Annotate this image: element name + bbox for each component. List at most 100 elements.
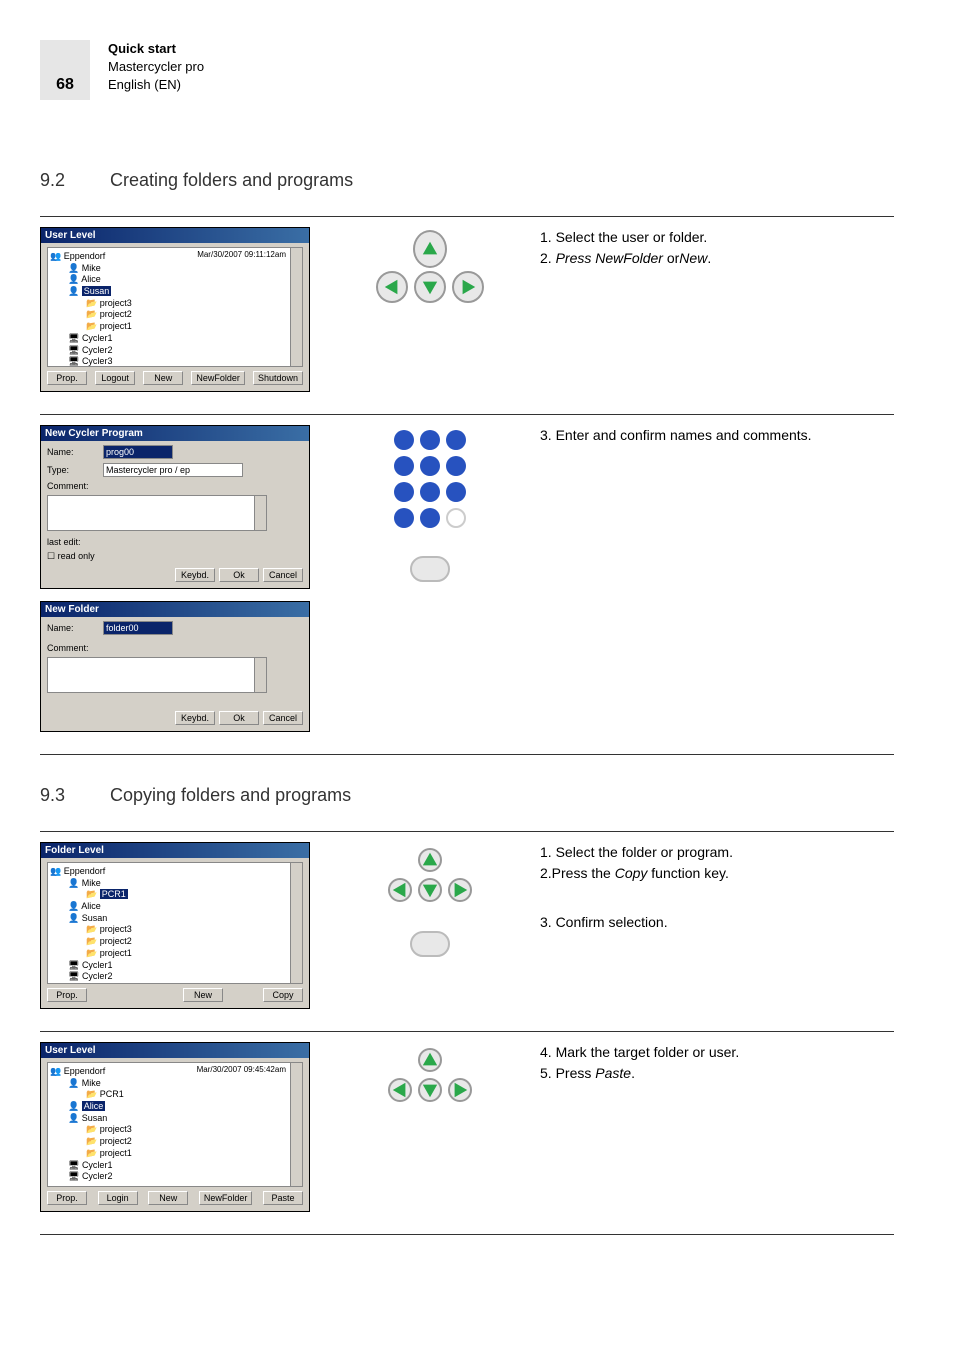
newfolder-button[interactable]: NewFolder bbox=[199, 1191, 253, 1205]
arrow-up-button[interactable] bbox=[413, 230, 447, 268]
cancel-button[interactable]: Cancel bbox=[263, 568, 303, 582]
dialog-title: User Level bbox=[41, 1043, 309, 1058]
name-input[interactable]: folder00 bbox=[103, 621, 173, 635]
new-folder-dialog: New Folder Name: folder00 Comment: Keybd.… bbox=[40, 601, 310, 732]
arrow-down-button[interactable] bbox=[414, 271, 446, 303]
ok-button[interactable]: Ok bbox=[219, 568, 259, 582]
tree-folder[interactable]: project2 bbox=[50, 936, 300, 948]
new-cycler-program-dialog: New Cycler Program Name:prog00 Type:Mast… bbox=[40, 425, 310, 589]
arrow-pad-small bbox=[387, 847, 473, 903]
tree-user[interactable]: Susan bbox=[50, 913, 300, 925]
name-label: Name: bbox=[47, 623, 97, 633]
tree-root[interactable]: Eppendorf bbox=[50, 866, 300, 878]
tree-folder[interactable]: project1 bbox=[50, 1148, 300, 1160]
type-input[interactable]: Mastercycler pro / ep bbox=[103, 463, 243, 477]
tree-folder[interactable]: project2 bbox=[50, 309, 300, 321]
copy-button[interactable]: Copy bbox=[263, 988, 303, 1002]
tree-cycler[interactable]: Cycler2 bbox=[50, 345, 300, 357]
prop-button[interactable]: Prop. bbox=[47, 371, 87, 385]
comment-textarea[interactable] bbox=[47, 495, 267, 531]
tree-user[interactable]: Alice bbox=[50, 1101, 300, 1113]
page-header: 68 Quick start Mastercycler pro English … bbox=[40, 40, 894, 100]
tree-view[interactable]: Mar/30/2007 09:11:12am Eppendorf Mike Al… bbox=[47, 247, 303, 367]
tree-folder[interactable]: project1 bbox=[50, 321, 300, 333]
comment-label: Comment: bbox=[47, 481, 97, 491]
name-input[interactable]: prog00 bbox=[103, 445, 173, 459]
shutdown-button[interactable]: Shutdown bbox=[253, 371, 303, 385]
tree-user[interactable]: Susan bbox=[50, 1113, 300, 1125]
prop-button[interactable]: Prop. bbox=[47, 988, 87, 1002]
dialog-title: New Folder bbox=[41, 602, 309, 617]
tree-user[interactable]: Mike bbox=[50, 1078, 300, 1090]
timestamp: Mar/30/2007 09:11:12am bbox=[197, 250, 286, 260]
tree-user[interactable]: Susan bbox=[50, 286, 300, 298]
tree-user[interactable]: Mike bbox=[50, 263, 300, 275]
section-9-3-heading: 9.3Copying folders and programs bbox=[40, 785, 894, 806]
tree-folder[interactable]: project3 bbox=[50, 298, 300, 310]
tree-cycler[interactable]: Cycler3 bbox=[50, 356, 300, 367]
logout-button[interactable]: Logout bbox=[95, 371, 135, 385]
tree-user[interactable]: Alice bbox=[50, 901, 300, 913]
new-button[interactable]: New bbox=[143, 371, 183, 385]
newfolder-button[interactable]: NewFolder bbox=[191, 371, 245, 385]
instruction-text: 4. Mark the target folder or user. 5. Pr… bbox=[540, 1042, 894, 1224]
login-button[interactable]: Login bbox=[98, 1191, 138, 1205]
scrollbar[interactable] bbox=[254, 496, 266, 530]
tree-cycler[interactable]: Cycler1 bbox=[50, 960, 300, 972]
dialog-title: New Cycler Program bbox=[41, 426, 309, 441]
prop-button[interactable]: Prop. bbox=[47, 1191, 87, 1205]
arrow-pad-small bbox=[387, 1047, 473, 1103]
name-label: Name: bbox=[47, 447, 97, 457]
section-9-2-heading: 9.2Creating folders and programs bbox=[40, 170, 894, 191]
tree-user[interactable]: Mike bbox=[50, 878, 300, 890]
keypad-icon bbox=[394, 430, 466, 528]
scrollbar[interactable] bbox=[290, 1063, 302, 1186]
readonly-checkbox[interactable]: read only bbox=[47, 551, 95, 562]
keybd-button[interactable]: Keybd. bbox=[175, 711, 215, 725]
new-button[interactable]: New bbox=[148, 1191, 188, 1205]
scrollbar[interactable] bbox=[290, 248, 302, 366]
tree-folder[interactable]: PCR1 bbox=[50, 889, 300, 901]
arrow-right-button[interactable] bbox=[448, 1078, 472, 1102]
arrow-up-button[interactable] bbox=[418, 848, 442, 872]
timestamp: Mar/30/2007 09:45:42am bbox=[197, 1065, 286, 1075]
tree-folder[interactable]: PCR1 bbox=[50, 1089, 300, 1101]
folder-level-dialog: Folder Level Eppendorf Mike PCR1 Alice S… bbox=[40, 842, 310, 1009]
scrollbar[interactable] bbox=[254, 658, 266, 692]
tree-folder[interactable]: project3 bbox=[50, 924, 300, 936]
ok-button[interactable]: Ok bbox=[219, 711, 259, 725]
instruction-text: 1. Select the user or folder. 2. Press N… bbox=[540, 227, 894, 404]
tree-folder[interactable]: project2 bbox=[50, 1136, 300, 1148]
arrow-left-button[interactable] bbox=[376, 271, 408, 303]
tree-cycler[interactable]: Cycler2 bbox=[50, 1171, 300, 1183]
arrow-down-button[interactable] bbox=[418, 878, 442, 902]
arrow-up-button[interactable] bbox=[418, 1048, 442, 1072]
tree-folder[interactable]: project3 bbox=[50, 1124, 300, 1136]
user-level-dialog-2: User Level Mar/30/2007 09:45:42am Eppend… bbox=[40, 1042, 310, 1212]
arrow-right-button[interactable] bbox=[452, 271, 484, 303]
arrow-left-button[interactable] bbox=[388, 878, 412, 902]
arrow-down-button[interactable] bbox=[418, 1078, 442, 1102]
arrow-left-button[interactable] bbox=[388, 1078, 412, 1102]
tree-folder[interactable]: project1 bbox=[50, 948, 300, 960]
tree-view[interactable]: Eppendorf Mike PCR1 Alice Susan project3… bbox=[47, 862, 303, 984]
tree-view[interactable]: Mar/30/2007 09:45:42am Eppendorf Mike PC… bbox=[47, 1062, 303, 1187]
comment-textarea[interactable] bbox=[47, 657, 267, 693]
new-button[interactable]: New bbox=[183, 988, 223, 1002]
comment-label: Comment: bbox=[47, 643, 97, 653]
arrow-right-button[interactable] bbox=[448, 878, 472, 902]
scrollbar[interactable] bbox=[290, 863, 302, 983]
paste-button[interactable]: Paste bbox=[263, 1191, 303, 1205]
dialog-title: Folder Level bbox=[41, 843, 309, 858]
instruction-text: 3. Enter and confirm names and comments. bbox=[540, 425, 894, 744]
keybd-button[interactable]: Keybd. bbox=[175, 568, 215, 582]
instruction-text: 1. Select the folder or program. 2.Press… bbox=[540, 842, 894, 1021]
last-edit-label: last edit: bbox=[47, 537, 81, 547]
tree-cycler[interactable]: Cycler1 bbox=[50, 333, 300, 345]
tree-user[interactable]: Alice bbox=[50, 274, 300, 286]
tree-cycler[interactable]: Cycler2 bbox=[50, 971, 300, 983]
cancel-button[interactable]: Cancel bbox=[263, 711, 303, 725]
tree-cycler[interactable]: Cycler1 bbox=[50, 1160, 300, 1172]
arrow-pad bbox=[375, 232, 485, 304]
header-text: Quick start Mastercycler pro English (EN… bbox=[108, 40, 204, 95]
